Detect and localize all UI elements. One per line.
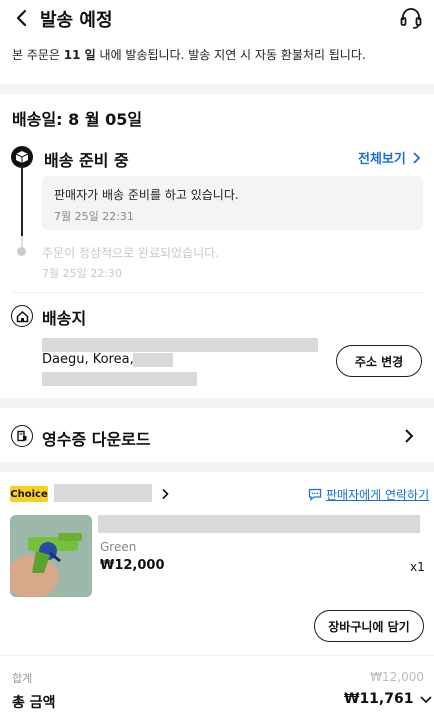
total-value: ₩11,761 — [344, 691, 414, 707]
previous-step-time: 7월 25일 22:30 — [42, 267, 122, 280]
product-thumbnail[interactable] — [10, 515, 92, 597]
contact-seller-link[interactable]: 판매자에게 연락하기 — [308, 486, 429, 503]
page-title: 발송 예정 — [40, 10, 113, 31]
subtotal-value: ₩12,000 — [370, 670, 424, 684]
receipt-title: 영수증 다운로드 — [42, 430, 151, 449]
chat-icon — [308, 488, 322, 501]
headset-icon — [400, 8, 422, 29]
view-all-link[interactable]: 전체보기 — [358, 148, 423, 167]
chevron-down-icon — [420, 696, 433, 704]
current-step-time: 7월 25일 22:31 — [54, 210, 134, 223]
home-icon — [11, 305, 33, 327]
product-name-redacted[interactable] — [98, 515, 420, 533]
divider-line — [12, 292, 422, 293]
address-city: Daegu, Korea, — [42, 352, 134, 367]
address-redacted-zip — [133, 353, 173, 367]
divider-line — [0, 655, 434, 656]
product-variant: Green — [100, 540, 137, 554]
receipt-icon — [11, 425, 33, 447]
product-price: ₩12,000 — [100, 558, 165, 573]
back-button[interactable] — [10, 6, 34, 30]
order-detail-page: 발송 예정 본 주문은 11 일 내에 발송됩니다. 발송 지연 시 자동 환불… — [0, 0, 434, 715]
package-icon — [11, 146, 33, 168]
previous-step-message: 주문이 정상적으로 완료되었습니다. — [42, 246, 220, 260]
shipping-date: 배송일: 8 월 05일 — [12, 110, 143, 129]
address-redacted-line-1 — [42, 338, 318, 352]
choice-badge: Choice — [10, 486, 48, 502]
store-name-redacted[interactable] — [54, 484, 152, 502]
chevron-right-icon — [413, 151, 421, 164]
section-divider — [0, 398, 434, 408]
notice-days: 11 일 — [63, 48, 96, 62]
current-step-title: 배송 준비 중 — [44, 151, 129, 170]
receipt-row[interactable]: 영수증 다운로드 — [0, 408, 434, 462]
timeline-line — [21, 166, 23, 246]
timeline-dot-inactive — [17, 247, 26, 256]
chevron-left-icon — [16, 9, 27, 27]
chevron-right-icon[interactable] — [160, 488, 170, 500]
address-title: 배송지 — [42, 309, 87, 328]
total-value-toggle[interactable]: ₩11,761 — [344, 691, 433, 707]
address-redacted-line-2 — [42, 372, 197, 386]
section-divider — [0, 462, 434, 472]
subtotal-label: 합계 — [12, 672, 33, 685]
total-label: 총 금액 — [12, 695, 56, 711]
delivery-notice: 본 주문은 11 일 내에 발송됩니다. 발송 지연 시 자동 환불처리 됩니다… — [12, 48, 366, 62]
chevron-right-icon — [405, 429, 414, 443]
change-address-button[interactable]: 주소 변경 — [336, 345, 422, 377]
product-quantity: x1 — [410, 560, 425, 574]
current-step-message: 판매자가 배송 준비를 하고 있습니다. — [54, 188, 239, 202]
section-divider — [0, 84, 434, 94]
add-to-cart-button[interactable]: 장바구니에 담기 — [314, 610, 424, 642]
support-button[interactable] — [398, 5, 424, 31]
